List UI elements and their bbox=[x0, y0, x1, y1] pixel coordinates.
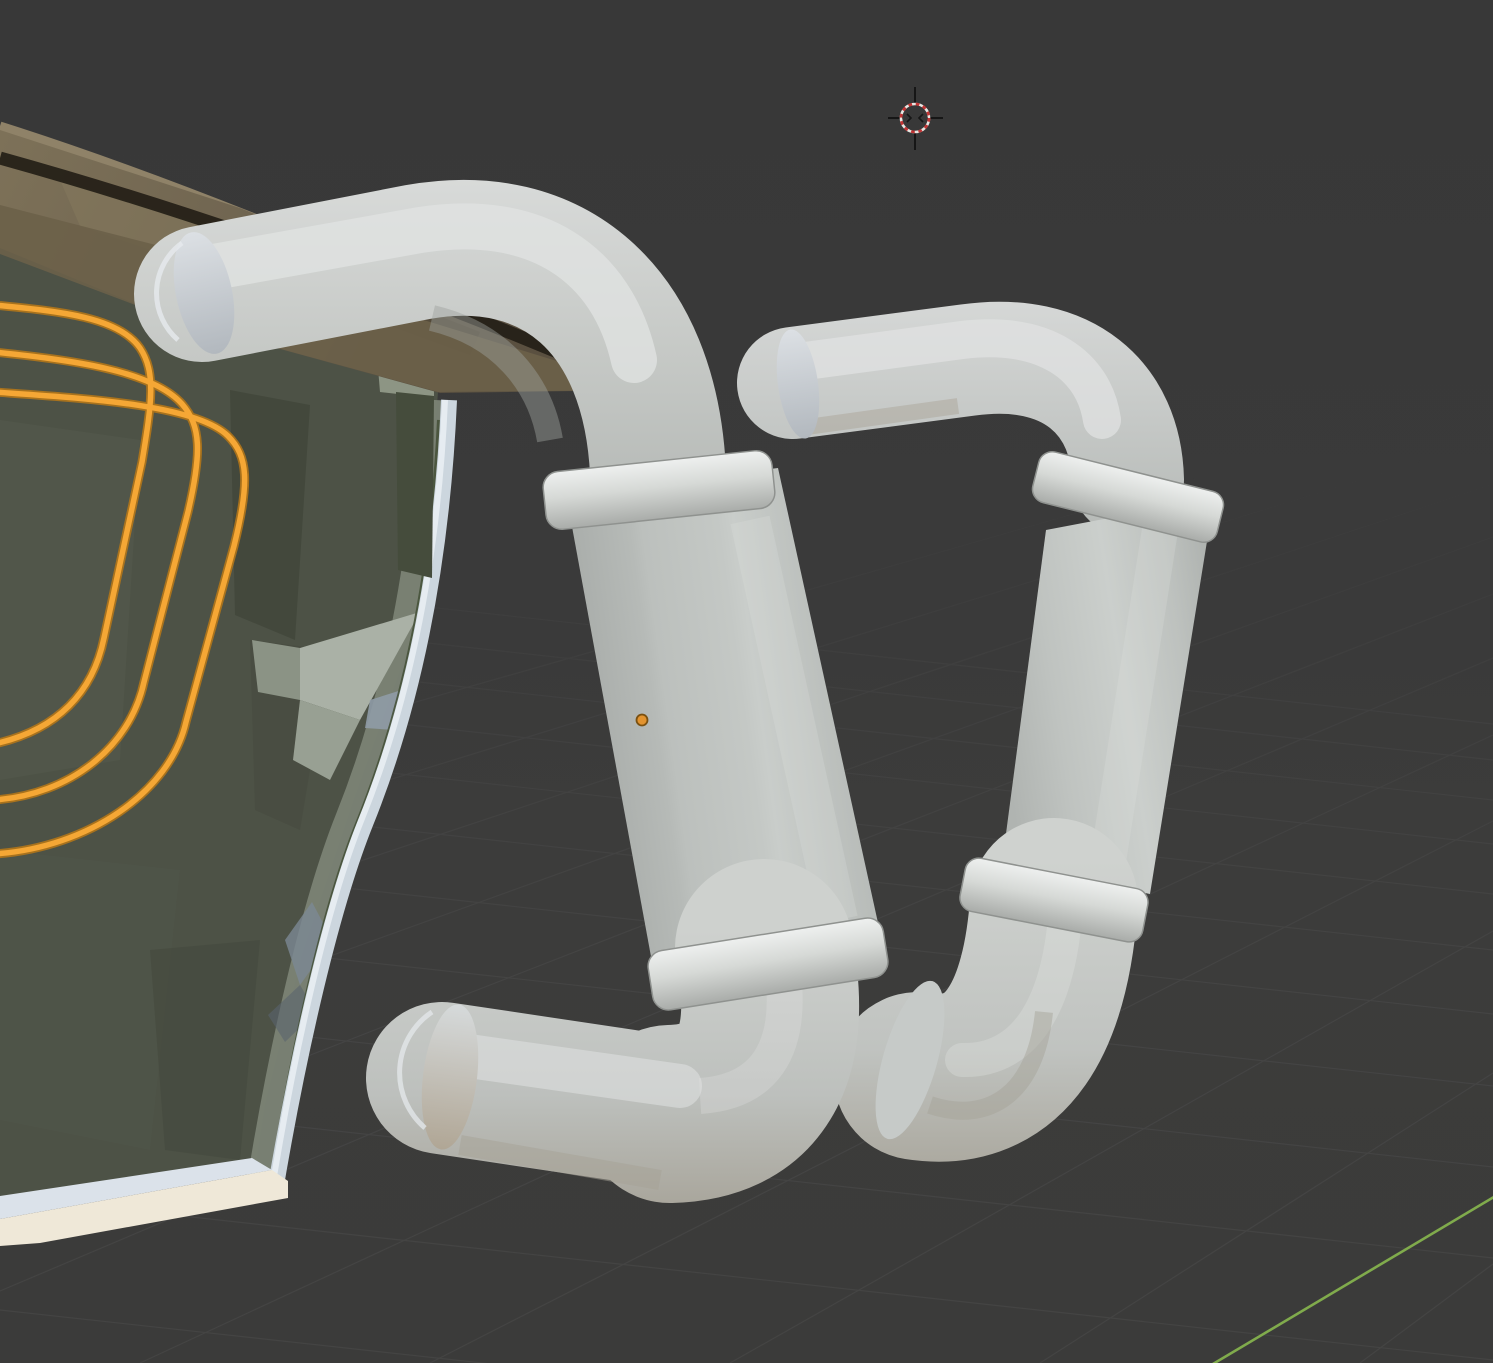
origin-dot bbox=[637, 715, 648, 726]
shell-facet bbox=[0, 850, 180, 1150]
shell-light-facet bbox=[252, 640, 300, 700]
shell-pillar bbox=[396, 392, 434, 578]
blender-3d-viewport[interactable] bbox=[0, 0, 1493, 1363]
shell-facet bbox=[0, 420, 140, 780]
object-origin-marker bbox=[637, 715, 648, 726]
viewport-canvas[interactable] bbox=[0, 0, 1493, 1363]
